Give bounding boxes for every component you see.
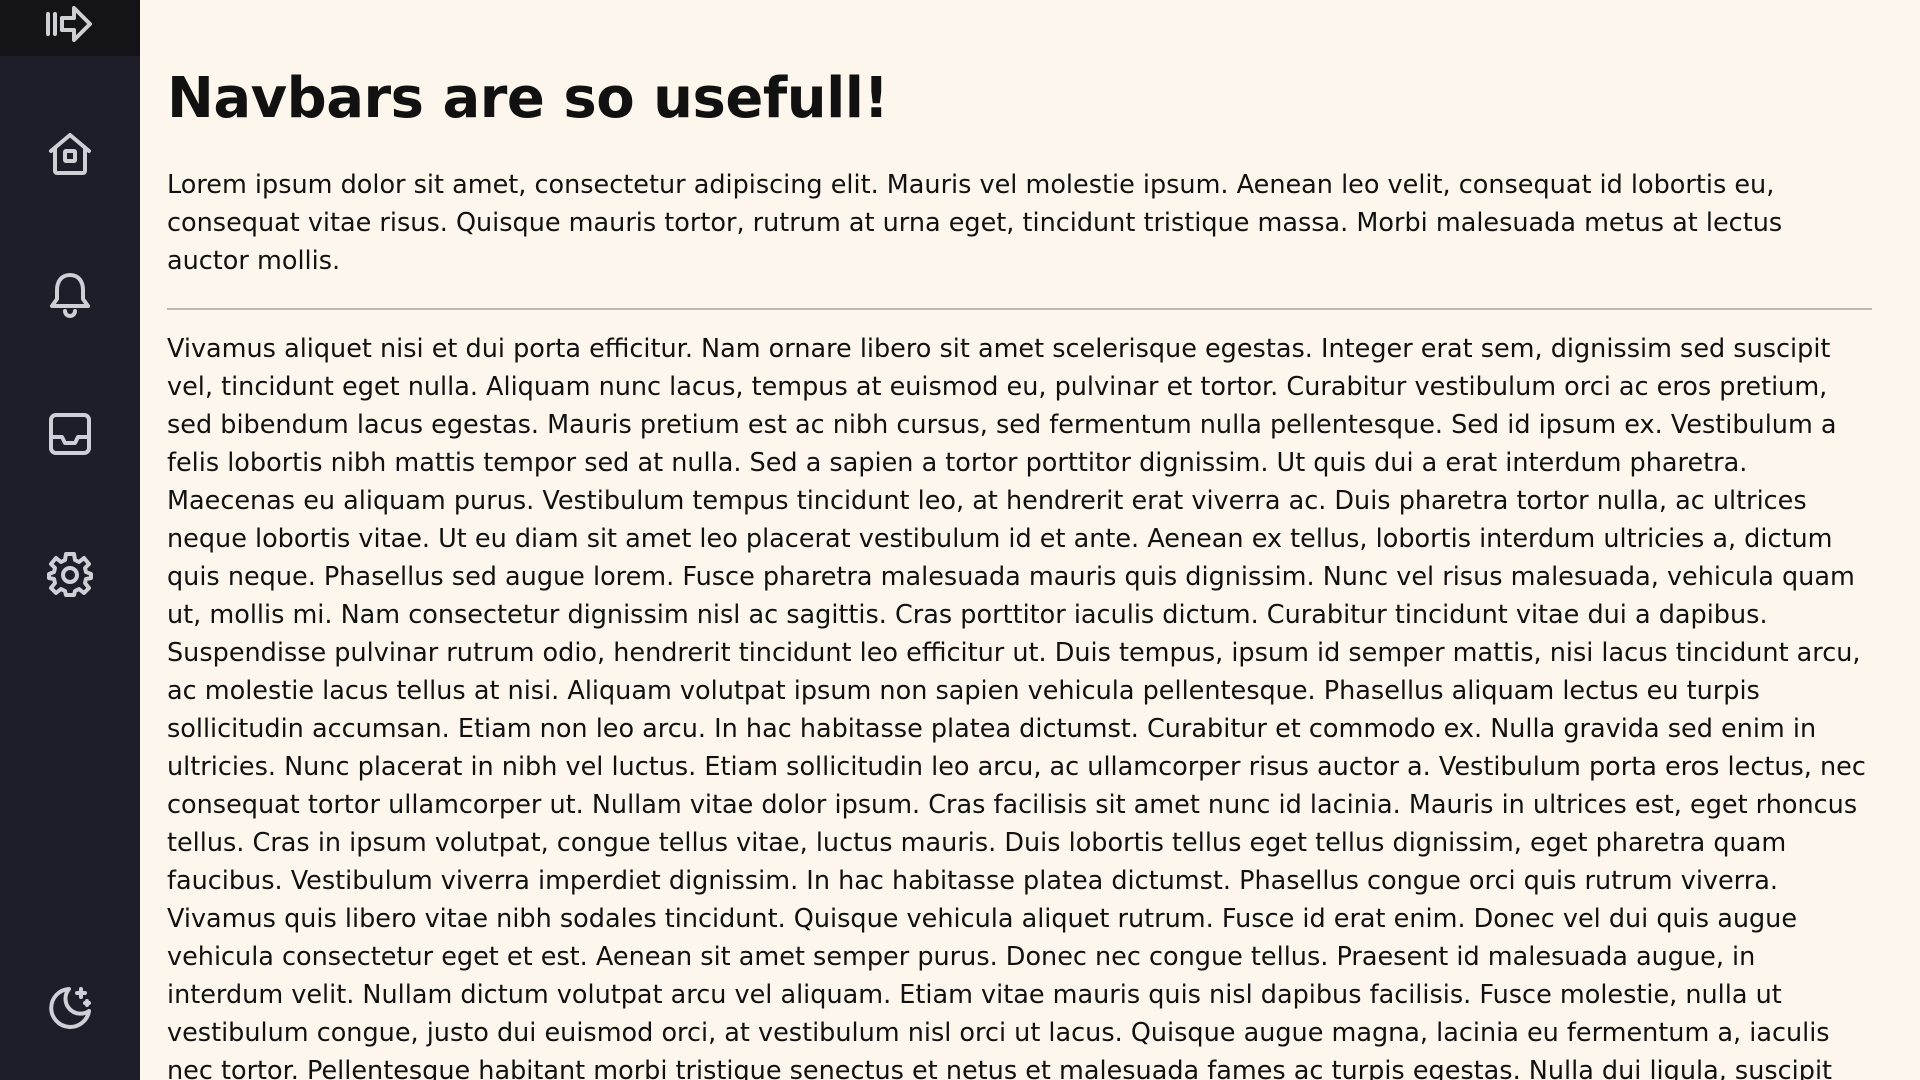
sidebar-item-notifications[interactable] [0,236,140,356]
intro-paragraph: Lorem ipsum dolor sit amet, consectetur … [167,170,1783,276]
sidebar-item-settings[interactable] [0,516,140,636]
sidebar-item-home[interactable] [0,96,140,216]
home-icon [45,129,95,183]
sidebar-item-inbox[interactable] [0,376,140,496]
page-title: Navbars are so usefull! [167,66,889,131]
main-content: Navbars are so usefull! Lorem ipsum dolo… [167,0,1872,1080]
bell-icon [45,269,95,323]
sidebar-toggle-button[interactable] [0,0,140,56]
body-paragraph: Vivamus aliquet nisi et dui porta effici… [167,334,1866,1080]
moon-stars-icon [45,983,95,1037]
inbox-icon [45,409,95,463]
gear-icon [45,549,95,603]
divider [167,308,1872,310]
sidebar [0,0,140,1080]
theme-toggle-button[interactable] [0,950,140,1070]
sidebar-toggle-icon [42,0,98,54]
